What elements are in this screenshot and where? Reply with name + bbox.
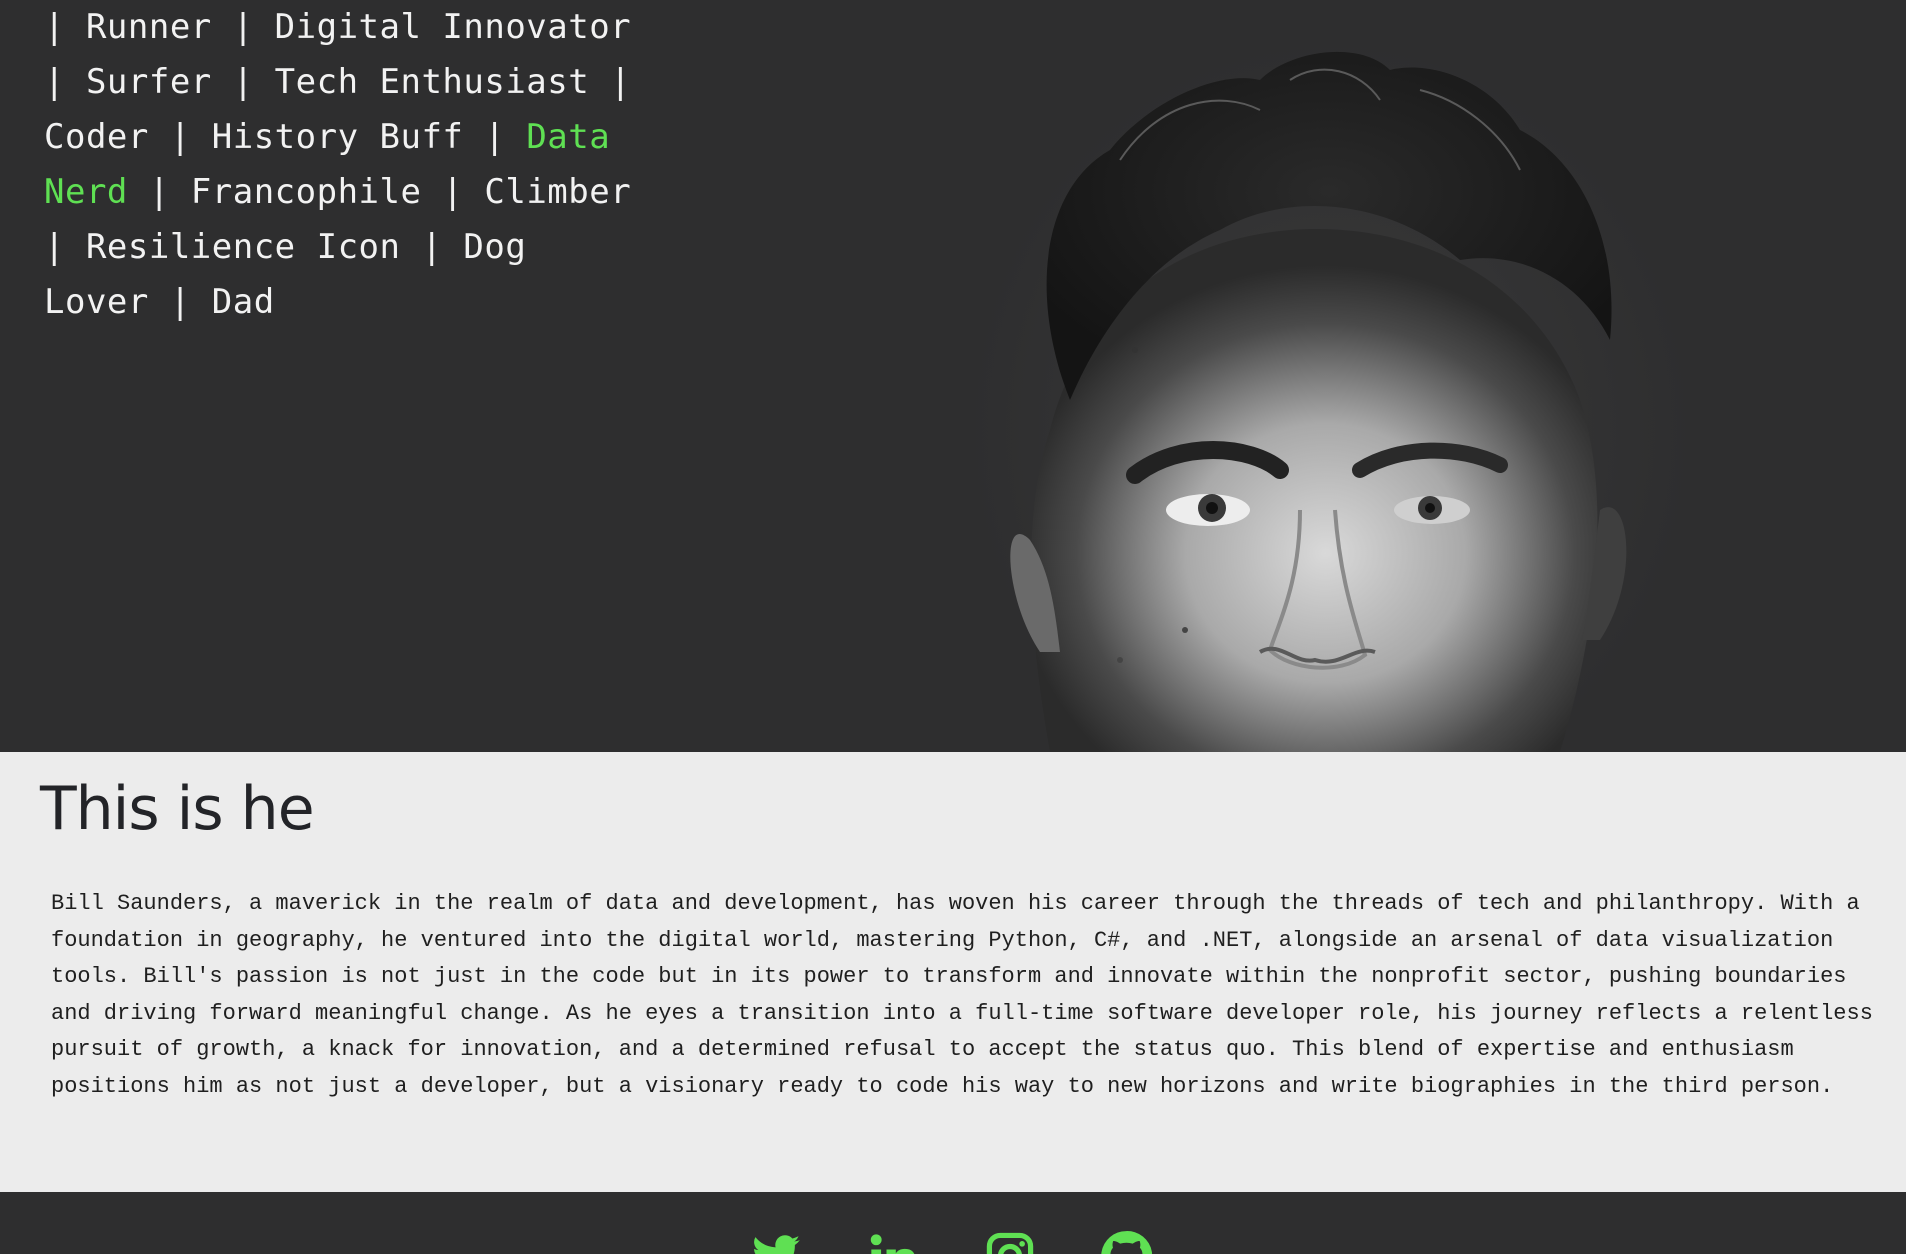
tagline-highlight: Nerd bbox=[44, 172, 128, 212]
about-section: This is he Bill Saunders, a maverick in … bbox=[0, 752, 1906, 1192]
tagline-text: | Francophile | Climber bbox=[127, 172, 632, 212]
instagram-icon bbox=[986, 1232, 1034, 1254]
linkedin-link[interactable] bbox=[867, 1230, 919, 1254]
about-title: This is he bbox=[40, 774, 315, 844]
tagline-text: | Resilience Icon | Dog bbox=[44, 227, 527, 267]
tagline-highlight: Data bbox=[526, 117, 611, 157]
linkedin-icon bbox=[870, 1234, 915, 1254]
tagline-line: | Surfer | Tech Enthusiast | bbox=[44, 55, 644, 110]
tagline-text: Coder | History Buff | bbox=[44, 117, 527, 157]
tagline-line: Lover | Dad bbox=[44, 275, 644, 330]
tagline-text: Lover | Dad bbox=[44, 282, 275, 322]
tagline-text: | Runner | Digital Innovator bbox=[44, 7, 632, 47]
github-icon bbox=[1101, 1231, 1152, 1254]
footer bbox=[0, 1192, 1906, 1254]
tagline-line: Coder | History Buff | Data bbox=[44, 110, 644, 165]
tagline-text: | Surfer | Tech Enthusiast | bbox=[44, 62, 632, 102]
github-link[interactable] bbox=[1100, 1230, 1152, 1254]
tagline: | Runner | Digital Innovator | Surfer | … bbox=[44, 0, 644, 330]
portrait-photo bbox=[1010, 51, 1627, 752]
about-body: Bill Saunders, a maverick in the realm o… bbox=[51, 891, 1873, 1099]
hero-section: | Runner | Digital Innovator | Surfer | … bbox=[0, 0, 1906, 752]
twitter-icon bbox=[754, 1235, 800, 1254]
tagline-line: | Runner | Digital Innovator bbox=[44, 0, 644, 55]
instagram-link[interactable] bbox=[984, 1230, 1036, 1254]
twitter-link[interactable] bbox=[750, 1230, 802, 1254]
tagline-line: Nerd | Francophile | Climber bbox=[44, 165, 644, 220]
tagline-line: | Resilience Icon | Dog bbox=[44, 220, 644, 275]
